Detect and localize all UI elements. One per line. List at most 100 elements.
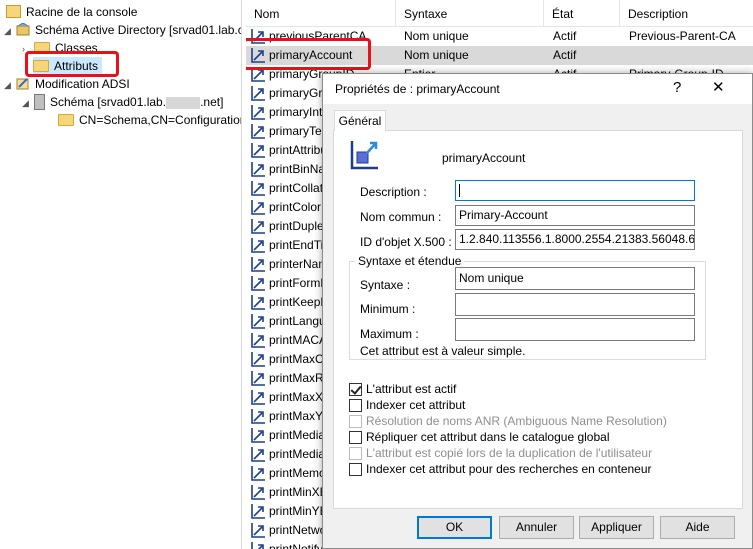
tree-schema-connection[interactable]: ◢ Schéma [srvad01.lab. .net] [22,93,223,111]
oid-field[interactable]: 1.2.840.113556.1.8000.2554.21383.56048.6… [455,229,695,250]
tree-schema-conn-suffix: .net] [200,95,224,109]
tree-schema-conn-prefix: Schéma [srvad01.lab. [50,95,167,109]
dialog-title: Propriétés de : primaryAccount [335,82,500,96]
column-header-name[interactable]: Nom [246,0,396,26]
attribute-icon [250,389,266,405]
schema-snapin-icon [16,23,30,36]
cell-description-text: Previous-Parent-CA [629,29,736,43]
tree-cn-schema-label: CN=Schema,CN=Configuration [79,113,242,127]
attribute-icon [250,484,266,500]
attribute-icon [250,370,266,386]
attribute-icon [250,218,266,234]
expand-arrow-icon[interactable]: ◢ [22,94,32,112]
general-tab-panel: primaryAccount Description : Nom commun … [333,130,743,509]
attribute-icon [250,408,266,424]
attribute-icon [250,332,266,348]
redacted-domain [166,96,201,109]
attribute-icon [250,85,266,101]
apply-button[interactable]: Appliquer [579,516,654,539]
syntax-group-label: Syntaxe et étendue [355,254,465,268]
cell-syntax: Nom unique [404,27,544,46]
tree-adsi-label: Modification ADSI [35,77,130,91]
single-value-note: Cet attribut est à valeur simple. [360,344,526,358]
checkbox-global-catalog[interactable] [349,431,362,444]
cell-state: Actif [553,27,619,46]
highlight-box-primaryaccount [246,38,371,70]
attribute-icon [250,351,266,367]
tab-general[interactable]: Général [334,110,386,131]
attribute-icon [250,522,266,538]
common-name-field[interactable]: Primary-Account [455,205,695,226]
attribute-large-icon [350,141,378,170]
column-header-syntax[interactable]: Syntaxe [396,0,544,26]
syntax-label: Syntaxe : [360,278,411,292]
checkbox-anr[interactable] [349,415,362,428]
attribute-icon [250,503,266,519]
ok-button[interactable]: OK [417,516,492,539]
tree-root[interactable]: Racine de la console [6,3,137,21]
cancel-button[interactable]: Annuler [499,516,574,539]
dialog-titlebar: Propriétés de : primaryAccount ? ✕ [323,74,752,104]
attribute-name-heading: primaryAccount [442,151,526,165]
folder-icon [58,113,74,126]
attribute-icon [250,237,266,253]
console-tree: Racine de la console ◢ Schéma Active Dire… [0,0,242,549]
oid-label: ID d'objet X.500 : [360,235,452,249]
cell-state-text: Actif [553,48,577,62]
attribute-icon [250,294,266,310]
attribute-icon [250,256,266,272]
text-caret [459,184,460,198]
cell-name-text: printNotify [269,542,324,549]
description-label: Description : [360,185,427,199]
properties-dialog: Propriétés de : primaryAccount ? ✕ Génér… [322,73,753,549]
checkbox-label-container-index: Indexer cet attribut pour des recherches… [366,462,652,476]
attribute-icon [250,465,266,481]
tree-root-label: Racine de la console [26,5,138,19]
checkbox-label-anr: Résolution de noms ANR (Ambiguous Name R… [366,414,667,428]
attribute-icon [250,123,266,139]
tree-schema-node[interactable]: ◢ Schéma Active Directory [srvad01.lab.c [4,21,242,40]
attribute-icon [250,104,266,120]
attribute-icon [250,275,266,291]
cell-state: Actif [553,46,619,65]
server-icon [34,93,45,110]
checkbox-attribute-active[interactable] [349,383,362,396]
checkbox-index-attribute[interactable] [349,399,362,412]
attribute-icon [250,313,266,329]
checkbox-label-copy-on-duplicate: L'attribut est copié lors de la duplicat… [366,446,653,460]
cell-description: Previous-Parent-CA [629,27,753,46]
cell-description [629,46,753,65]
cell-syntax-text: Nom unique [404,29,469,43]
list-header: Nom Syntaxe État Description [246,0,753,27]
cell-syntax-text: Nom unique [404,48,469,62]
cell-name-text: printCollate [269,181,330,195]
tree-schema-label: Schéma Active Directory [srvad01.lab.c [35,23,242,37]
attribute-icon [250,142,266,158]
tree-cn-schema[interactable]: CN=Schema,CN=Configuration [58,111,242,129]
highlight-box-attributes [25,51,119,77]
minimum-field[interactable] [455,293,695,316]
attribute-icon [250,427,266,443]
column-header-state[interactable]: État [544,0,620,26]
help-button[interactable]: Aide [660,516,735,539]
console-root-icon [6,5,21,19]
cell-name-text: printColor [269,200,322,214]
cell-state-text: Actif [553,29,577,43]
minimum-label: Minimum : [360,302,416,316]
close-icon[interactable]: ✕ [712,80,725,96]
maximum-label: Maximum : [360,327,419,341]
checkbox-container-index[interactable] [349,463,362,476]
help-icon[interactable]: ? [673,80,681,96]
expand-arrow-icon[interactable]: ◢ [4,22,14,40]
column-header-description[interactable]: Description [620,0,753,26]
attribute-icon [250,446,266,462]
maximum-field[interactable] [455,318,695,341]
checkbox-label-index-attribute: Indexer cet attribut [366,398,466,412]
checkbox-copy-on-duplicate[interactable] [349,447,362,460]
syntax-field[interactable]: Nom unique [455,267,695,290]
expand-arrow-icon[interactable]: ◢ [4,76,14,94]
description-field[interactable] [455,180,695,201]
tree-adsi[interactable]: ◢ Modification ADSI [4,75,130,93]
attribute-icon [250,541,266,549]
checkbox-label-attribute-active: L'attribut est actif [366,382,457,396]
